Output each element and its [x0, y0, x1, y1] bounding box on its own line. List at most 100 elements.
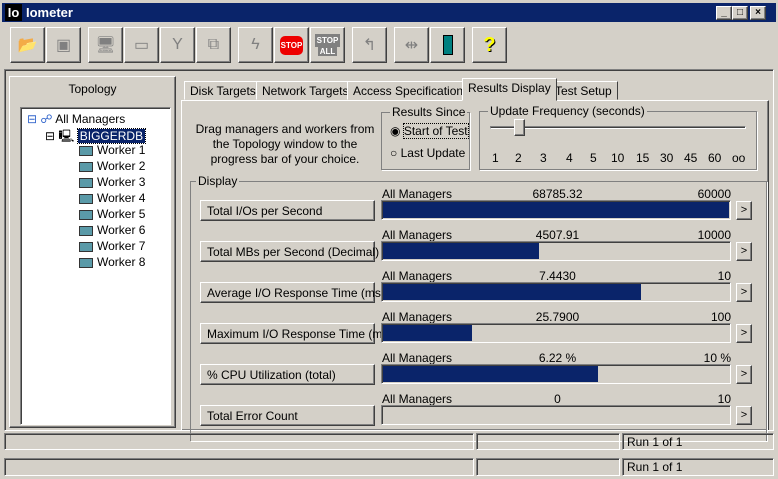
title-bar: Io Iometer _ □ × — [2, 3, 776, 22]
duplicate-worker-button[interactable]: ⧉ — [196, 27, 231, 63]
status-run: Run 1 of 1 — [622, 433, 774, 450]
help-button[interactable]: ? — [472, 27, 507, 63]
row-menu-button[interactable]: > — [736, 201, 752, 220]
new-disk-worker-button[interactable]: ▭ — [124, 27, 159, 63]
results-since-group: Results Since ◉ Start of Test ○ Last Upd… — [381, 105, 470, 170]
tree-item-worker[interactable]: Worker 1 — [79, 143, 145, 157]
row-max: 10000 — [697, 228, 731, 242]
row-max: 100 — [710, 310, 731, 324]
tab-network-targets[interactable]: Network Targets — [256, 81, 355, 100]
stop-icon: STOP — [279, 35, 304, 55]
tab-access-specifications[interactable]: Access Specifications — [347, 81, 476, 100]
disconnect-button[interactable]: ⇹ — [394, 27, 429, 63]
app-logo-icon: Io — [5, 4, 22, 21]
save-button[interactable]: ▣ — [46, 27, 81, 63]
progress-bar[interactable] — [381, 282, 731, 302]
row-source: All Managers — [382, 351, 453, 365]
tree-item-worker[interactable]: Worker 5 — [79, 207, 145, 221]
open-icon: 📂 — [17, 37, 38, 54]
progress-bar-fill — [383, 243, 539, 259]
row-menu-button[interactable]: > — [736, 365, 752, 384]
worker-icon — [79, 241, 93, 252]
row-value: 68785.32 — [532, 187, 583, 201]
tree-item-worker[interactable]: Worker 8 — [79, 255, 145, 269]
progress-bar[interactable] — [381, 364, 731, 384]
metric-select-button[interactable]: % CPU Utilization (total) — [200, 364, 375, 385]
progress-bar[interactable] — [381, 323, 731, 343]
open-button[interactable]: 📂 — [10, 27, 45, 63]
slider-tick: 5 — [590, 151, 597, 165]
status-run: Run 1 of 1 — [622, 458, 774, 476]
new-disk-worker-icon: ▭ — [133, 37, 150, 54]
row-source: All Managers — [382, 392, 453, 406]
duplicate-worker-icon: ⧉ — [207, 36, 220, 53]
slider-tick: 15 — [636, 151, 650, 165]
tab-disk-targets[interactable]: Disk Targets — [184, 81, 262, 100]
slider-tick: 2 — [515, 151, 522, 165]
tree-item-worker[interactable]: Worker 6 — [79, 223, 145, 237]
row-max: 10 % — [703, 351, 731, 365]
new-network-worker-icon: Y — [172, 36, 183, 53]
row-max: 60000 — [697, 187, 731, 201]
metric-select-button[interactable]: Maximum I/O Response Time (ms) — [200, 323, 392, 344]
metric-select-button[interactable]: Average I/O Response Time (ms) — [200, 282, 385, 303]
topology-title: Topology — [68, 82, 117, 96]
worker-icon — [79, 145, 93, 156]
progress-bar[interactable] — [381, 241, 731, 261]
row-menu-button[interactable]: > — [736, 406, 752, 425]
metric-select-button[interactable]: Total MBs per Second (Decimal) — [200, 241, 379, 262]
radio-start-of-test[interactable]: ◉ Start of Test — [390, 123, 469, 139]
row-menu-button[interactable]: > — [736, 283, 752, 302]
help-icon: ? — [483, 33, 496, 56]
reset-button[interactable]: ↰ — [352, 27, 387, 63]
maximize-button[interactable]: □ — [732, 6, 748, 20]
tree-item-worker[interactable]: Worker 3 — [79, 175, 145, 189]
reset-icon: ↰ — [362, 37, 377, 54]
row-menu-button[interactable]: > — [736, 324, 752, 343]
close-button[interactable]: × — [750, 6, 766, 20]
radio-last-update[interactable]: ○ Last Update — [390, 146, 465, 160]
computer-icon: 🖳 — [58, 129, 75, 143]
row-max: 10 — [717, 392, 731, 406]
topology-tree[interactable]: ⊟ ☍ All Managers ⊟ 🖳 BIGGERDB Worker 1 W… — [20, 107, 171, 425]
metric-select-button[interactable]: Total I/Os per Second — [200, 200, 375, 221]
status-pane — [476, 458, 620, 476]
worker-icon — [79, 177, 93, 188]
update-frequency-slider-track[interactable] — [490, 126, 746, 129]
topology-panel: Topology ⊟ ☍ All Managers ⊟ 🖳 BIGGERDB W… — [9, 76, 176, 428]
row-value: 4507.91 — [535, 228, 580, 242]
progress-bar-fill — [383, 366, 599, 382]
tree-item-worker[interactable]: Worker 7 — [79, 239, 145, 253]
tree-item-worker[interactable]: Worker 4 — [79, 191, 145, 205]
slider-tick: 60 — [708, 151, 722, 165]
minimize-button[interactable]: _ — [716, 6, 732, 20]
stop-button[interactable]: STOP — [274, 27, 309, 63]
row-max: 10 — [717, 269, 731, 283]
update-frequency-slider-thumb[interactable] — [514, 119, 525, 136]
tree-item-worker[interactable]: Worker 2 — [79, 159, 145, 173]
tree-item-all-managers[interactable]: ⊟ ☍ All Managers — [27, 112, 125, 126]
progress-bar-fill — [383, 202, 729, 218]
row-source: All Managers — [382, 187, 453, 201]
progress-bar-fill — [383, 325, 473, 341]
row-value: 0 — [554, 392, 561, 406]
tab-results-display[interactable]: Results Display — [462, 78, 557, 101]
tab-test-setup[interactable]: Test Setup — [549, 81, 618, 100]
slider-tick: 45 — [684, 151, 698, 165]
stop-all-button[interactable]: STOP ALL — [310, 27, 345, 63]
window-title: Iometer — [26, 5, 73, 20]
exit-door-icon — [442, 35, 453, 55]
progress-bar[interactable] — [381, 200, 731, 220]
exit-button[interactable] — [430, 27, 465, 63]
progress-bar[interactable] — [381, 405, 731, 425]
status-pane — [4, 458, 474, 476]
worker-icon — [79, 257, 93, 268]
new-manager-button[interactable]: 🖥 — [88, 27, 123, 63]
row-menu-button[interactable]: > — [736, 242, 752, 261]
row-source: All Managers — [382, 269, 453, 283]
worker-icon — [79, 161, 93, 172]
new-network-worker-button[interactable]: Y — [160, 27, 195, 63]
start-button[interactable]: ϟ — [238, 27, 273, 63]
metric-select-button[interactable]: Total Error Count — [200, 405, 375, 426]
progress-bar-fill — [383, 284, 641, 300]
